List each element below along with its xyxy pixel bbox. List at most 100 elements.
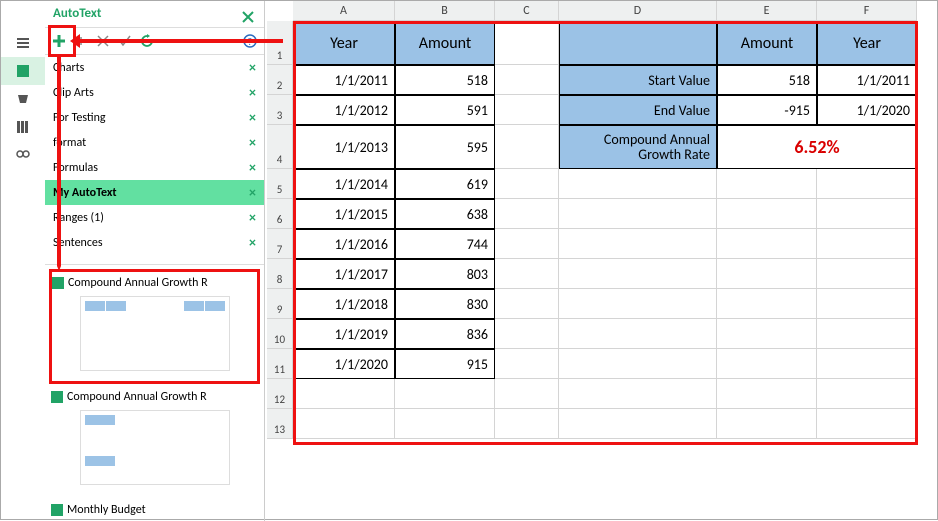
- data-amount[interactable]: 915: [395, 349, 495, 379]
- data-amount[interactable]: 744: [395, 229, 495, 259]
- cell[interactable]: [495, 125, 559, 169]
- data-year[interactable]: 1/1/2012: [293, 95, 395, 125]
- cell[interactable]: [293, 379, 395, 409]
- cell[interactable]: [495, 409, 559, 439]
- category-item[interactable]: Charts×: [45, 55, 264, 80]
- cell[interactable]: [559, 229, 717, 259]
- col-header[interactable]: A: [293, 1, 395, 21]
- delete-category-icon[interactable]: ×: [249, 234, 256, 251]
- cagr-value[interactable]: 6.52%: [717, 125, 917, 169]
- category-item[interactable]: Clip Arts×: [45, 80, 264, 105]
- data-amount[interactable]: 638: [395, 199, 495, 229]
- nav-icon[interactable]: [1, 29, 45, 57]
- row-header[interactable]: 4: [267, 125, 293, 169]
- cell[interactable]: [495, 65, 559, 95]
- add-autotext-button[interactable]: [49, 31, 69, 51]
- category-item[interactable]: format×: [45, 130, 264, 155]
- data-year[interactable]: 1/1/2019: [293, 319, 395, 349]
- delete-category-icon[interactable]: ×: [249, 209, 256, 226]
- category-item[interactable]: Formulas×: [45, 155, 264, 180]
- row-header[interactable]: 12: [267, 379, 293, 409]
- data-year[interactable]: 1/1/2020: [293, 349, 395, 379]
- cell[interactable]: [717, 199, 817, 229]
- delete-category-icon[interactable]: ×: [249, 84, 256, 101]
- cell[interactable]: [495, 95, 559, 125]
- cell[interactable]: [817, 169, 917, 199]
- cell[interactable]: [559, 349, 717, 379]
- toolbar-action-1[interactable]: [71, 31, 91, 51]
- refresh-icon[interactable]: [137, 31, 157, 51]
- row-header[interactable]: 1: [267, 21, 293, 65]
- autotext-entry[interactable]: Monthly Budget: [49, 497, 260, 520]
- col-header[interactable]: E: [717, 1, 817, 21]
- col-header[interactable]: B: [395, 1, 495, 21]
- data-year[interactable]: 1/1/2015: [293, 199, 395, 229]
- category-item-selected[interactable]: My AutoText×: [45, 180, 264, 205]
- delete-category-icon[interactable]: ×: [249, 184, 256, 201]
- cell[interactable]: [817, 289, 917, 319]
- cell[interactable]: [559, 379, 717, 409]
- cell[interactable]: [717, 169, 817, 199]
- cell[interactable]: [817, 229, 917, 259]
- cell[interactable]: [717, 289, 817, 319]
- cell[interactable]: [495, 319, 559, 349]
- header-amount-e[interactable]: Amount: [717, 21, 817, 65]
- delete-category-icon[interactable]: ×: [249, 59, 256, 76]
- data-amount[interactable]: 518: [395, 65, 495, 95]
- autotext-entry-highlighted[interactable]: Compound Annual Growth R: [49, 269, 260, 384]
- category-item[interactable]: Ranges (1)×: [45, 205, 264, 230]
- cell[interactable]: [817, 379, 917, 409]
- cell[interactable]: [717, 409, 817, 439]
- header-amount-b[interactable]: Amount: [395, 21, 495, 65]
- row-header[interactable]: 6: [267, 199, 293, 229]
- col-header[interactable]: F: [817, 1, 917, 21]
- cell[interactable]: [817, 349, 917, 379]
- start-amount[interactable]: 518: [717, 65, 817, 95]
- cell[interactable]: [559, 289, 717, 319]
- row-header[interactable]: 3: [267, 95, 293, 125]
- row-header[interactable]: 2: [267, 65, 293, 95]
- cell[interactable]: [559, 199, 717, 229]
- cell[interactable]: [559, 319, 717, 349]
- header-year-a[interactable]: Year: [293, 21, 395, 65]
- cell[interactable]: [293, 409, 395, 439]
- data-amount[interactable]: 619: [395, 169, 495, 199]
- data-year[interactable]: 1/1/2013: [293, 125, 395, 169]
- cell[interactable]: [495, 259, 559, 289]
- row-header[interactable]: 10: [267, 319, 293, 349]
- cell[interactable]: [495, 169, 559, 199]
- cell[interactable]: [495, 199, 559, 229]
- category-item[interactable]: Sentences×: [45, 230, 264, 255]
- cell[interactable]: [559, 409, 717, 439]
- cell[interactable]: [495, 21, 559, 65]
- cell[interactable]: [495, 289, 559, 319]
- cell[interactable]: [495, 229, 559, 259]
- end-amount[interactable]: -915: [717, 95, 817, 125]
- data-amount[interactable]: 830: [395, 289, 495, 319]
- row-header[interactable]: 9: [267, 289, 293, 319]
- workbook-icon[interactable]: [1, 85, 45, 113]
- delete-category-icon[interactable]: ×: [249, 134, 256, 151]
- find-icon[interactable]: [1, 141, 45, 169]
- autotext-entries[interactable]: Compound Annual Growth R Compound Annual…: [45, 265, 264, 520]
- col-header[interactable]: D: [559, 1, 717, 21]
- data-year[interactable]: 1/1/2018: [293, 289, 395, 319]
- cell[interactable]: [395, 409, 495, 439]
- data-year[interactable]: 1/1/2017: [293, 259, 395, 289]
- row-header[interactable]: 5: [267, 169, 293, 199]
- cell[interactable]: [717, 349, 817, 379]
- columns-icon[interactable]: [1, 113, 45, 141]
- help-icon[interactable]: ?: [240, 31, 260, 51]
- data-year[interactable]: 1/1/2016: [293, 229, 395, 259]
- col-header[interactable]: C: [495, 1, 559, 21]
- start-year[interactable]: 1/1/2011: [817, 65, 917, 95]
- cell[interactable]: [817, 409, 917, 439]
- cell[interactable]: [817, 199, 917, 229]
- row-header[interactable]: 8: [267, 259, 293, 289]
- cell[interactable]: [817, 259, 917, 289]
- category-item[interactable]: For Testing×: [45, 105, 264, 130]
- toolbar-action-2[interactable]: [93, 31, 113, 51]
- cell[interactable]: [559, 259, 717, 289]
- label-end-value[interactable]: End Value: [559, 95, 717, 125]
- grid-area[interactable]: 1YearAmountAmountYear21/1/2011518Start V…: [267, 21, 937, 439]
